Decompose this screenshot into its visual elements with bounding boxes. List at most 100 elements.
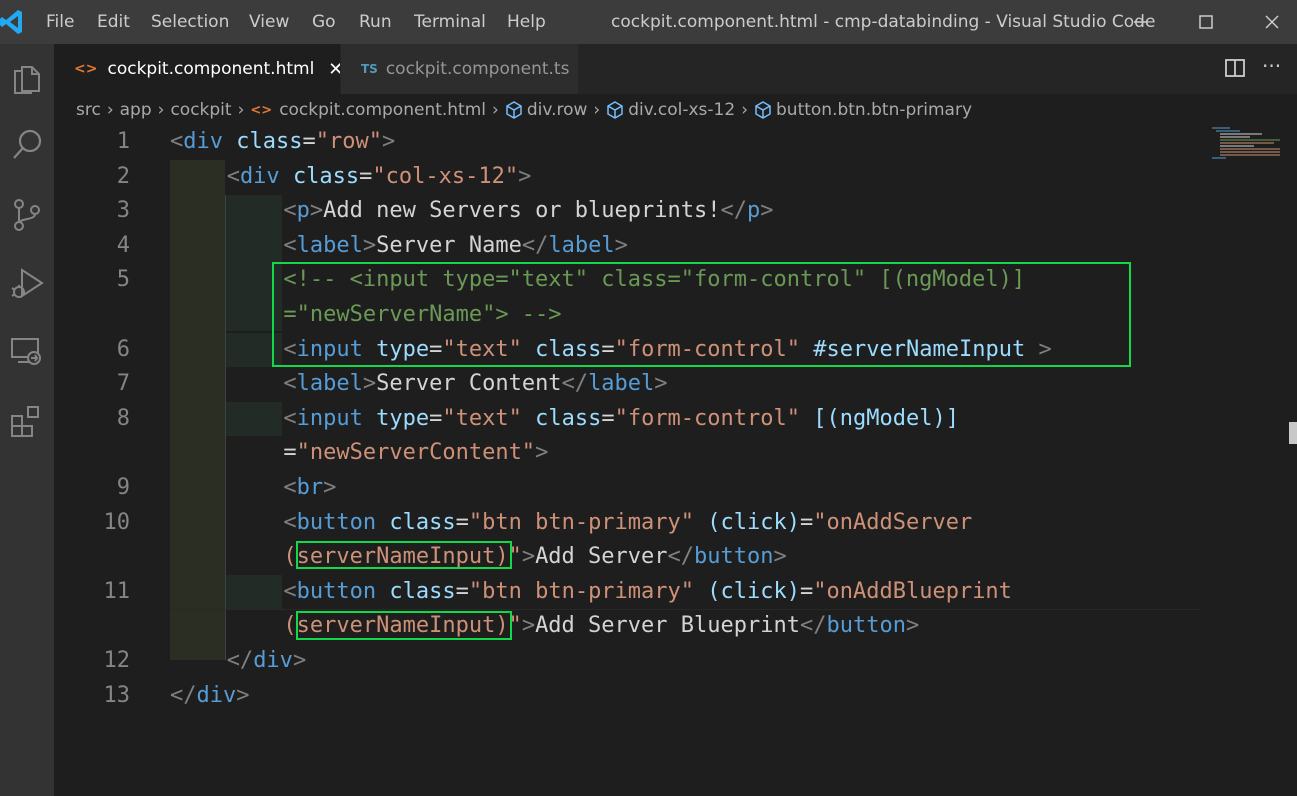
indent-guide <box>225 575 282 609</box>
code-token: > <box>521 613 536 639</box>
menu-terminal[interactable]: Terminal <box>414 12 486 32</box>
code-line[interactable]: </div> <box>170 679 250 714</box>
explorer-button[interactable] <box>0 52 54 102</box>
minimap[interactable] <box>1210 126 1286 166</box>
run-debug-button[interactable] <box>0 258 54 308</box>
code-token: "row" <box>315 129 382 154</box>
code-token: > <box>381 129 396 154</box>
line-number: 4 <box>116 232 130 258</box>
highlight-box <box>296 541 512 569</box>
chevron-right-icon: › <box>237 100 245 120</box>
code-token: button <box>296 509 377 535</box>
code-token: button <box>296 578 377 604</box>
code-token: br <box>296 475 324 500</box>
minimize-button[interactable] <box>1120 6 1160 38</box>
breadcrumb-item[interactable]: cockpit.component.html <box>279 100 486 120</box>
code-token: label <box>296 371 363 397</box>
line-number: 5 <box>116 267 130 293</box>
code-line[interactable]: <label>Server Name</label> <box>283 229 627 264</box>
code-line[interactable]: <br> <box>283 471 336 506</box>
breadcrumb-item[interactable]: src <box>76 100 101 120</box>
chevron-right-icon: › <box>741 100 748 120</box>
code-token: class <box>389 509 456 535</box>
typescript-file-icon: TS <box>361 62 378 76</box>
code-token: </ <box>799 613 827 639</box>
code-line[interactable]: <div class="col-xs-12"> <box>227 160 532 195</box>
code-token: < <box>283 405 297 431</box>
line-number: 7 <box>116 371 130 397</box>
remote-explorer-button[interactable] <box>0 326 54 376</box>
menu-selection[interactable]: Selection <box>151 12 229 32</box>
html-file-icon: <> <box>250 102 273 118</box>
split-editor-icon[interactable] <box>1224 57 1246 79</box>
tab-cockpit-component-html[interactable]: <> cockpit.component.html ✕ <box>54 44 343 94</box>
code-token: label <box>588 371 655 397</box>
code-editor[interactable]: 1 2 3 4 5 6 7 8 9 10 11 12 13 <div class="row"> <div … <box>54 126 1297 796</box>
code-line[interactable]: <label>Server Content</label> <box>283 367 667 402</box>
code-token: div <box>239 163 280 189</box>
breadcrumb-item[interactable]: cockpit <box>170 100 231 120</box>
breadcrumb-item[interactable]: app <box>120 100 152 120</box>
line-number: 10 <box>103 509 131 535</box>
menu-file[interactable]: File <box>46 12 74 32</box>
tab-cockpit-component-ts[interactable]: TS cockpit.component.ts <box>340 44 578 94</box>
source-control-icon <box>14 199 40 231</box>
indent-guide <box>170 160 225 660</box>
code-token: button <box>826 613 906 639</box>
code-token: div <box>253 648 293 673</box>
code-token: < <box>283 509 297 535</box>
extensions-button[interactable] <box>0 396 54 446</box>
menu-run[interactable]: Run <box>359 12 392 32</box>
code-token: </ <box>667 544 695 570</box>
code-token: </ <box>226 648 254 673</box>
source-control-button[interactable] <box>0 190 54 240</box>
line-number <box>54 540 130 575</box>
vscode-logo-icon[interactable] <box>0 8 24 36</box>
tab-label: cockpit.component.html <box>107 59 315 79</box>
tab-label: cockpit.component.ts <box>385 59 570 79</box>
menu-go[interactable]: Go <box>312 12 336 32</box>
code-token: < <box>283 198 297 224</box>
highlight-box <box>272 262 1131 367</box>
line-number: 9 <box>116 475 130 500</box>
title-bar: File Edit Selection View Go Run Terminal… <box>0 0 1297 44</box>
search-button[interactable] <box>0 120 54 170</box>
code-line[interactable]: ="newServerContent"> <box>283 436 548 471</box>
code-line[interactable]: <div class="row"> <box>170 125 395 160</box>
more-actions-icon[interactable]: ··· <box>1262 54 1281 78</box>
code-line[interactable]: <p>Add new Servers or blueprints!</p> <box>283 194 773 229</box>
code-token: div <box>183 129 223 154</box>
menu-edit[interactable]: Edit <box>97 12 130 32</box>
code-line[interactable]: <button class="btn btn-primary" (click)=… <box>283 575 1012 610</box>
code-token: = <box>601 405 615 431</box>
code-token: > <box>309 198 324 224</box>
line-number: 12 <box>103 648 131 673</box>
code-token: Add Server <box>535 544 668 570</box>
code-token: (click) <box>707 509 800 535</box>
cube-icon <box>755 101 771 119</box>
chevron-right-icon: › <box>106 100 114 120</box>
maximize-button[interactable] <box>1186 6 1226 38</box>
menu-view[interactable]: View <box>249 12 289 32</box>
breadcrumb-item[interactable]: div.row <box>527 100 588 120</box>
line-number: 2 <box>116 163 130 189</box>
code-line[interactable]: <input type="text" class="form-control" … <box>283 402 959 437</box>
code-token: div <box>196 682 237 708</box>
line-number: 11 <box>103 578 131 604</box>
code-token: </ <box>720 198 748 224</box>
breadcrumb-item[interactable]: div.col-xs-12 <box>628 100 735 120</box>
menu-help[interactable]: Help <box>507 12 546 32</box>
scrollbar-thumb[interactable] <box>1289 422 1297 444</box>
code-token: > <box>362 232 377 258</box>
breadcrumb-item[interactable]: button.btn.btn-primary <box>776 100 972 120</box>
code-line[interactable]: <button class="btn btn-primary" (click)=… <box>283 506 972 541</box>
code-token: > <box>362 371 377 397</box>
code-token: = <box>302 129 316 154</box>
close-window-button[interactable] <box>1252 6 1292 38</box>
activity-bar <box>0 44 54 796</box>
code-token: < <box>283 475 297 500</box>
code-line[interactable]: </div> <box>227 644 307 679</box>
